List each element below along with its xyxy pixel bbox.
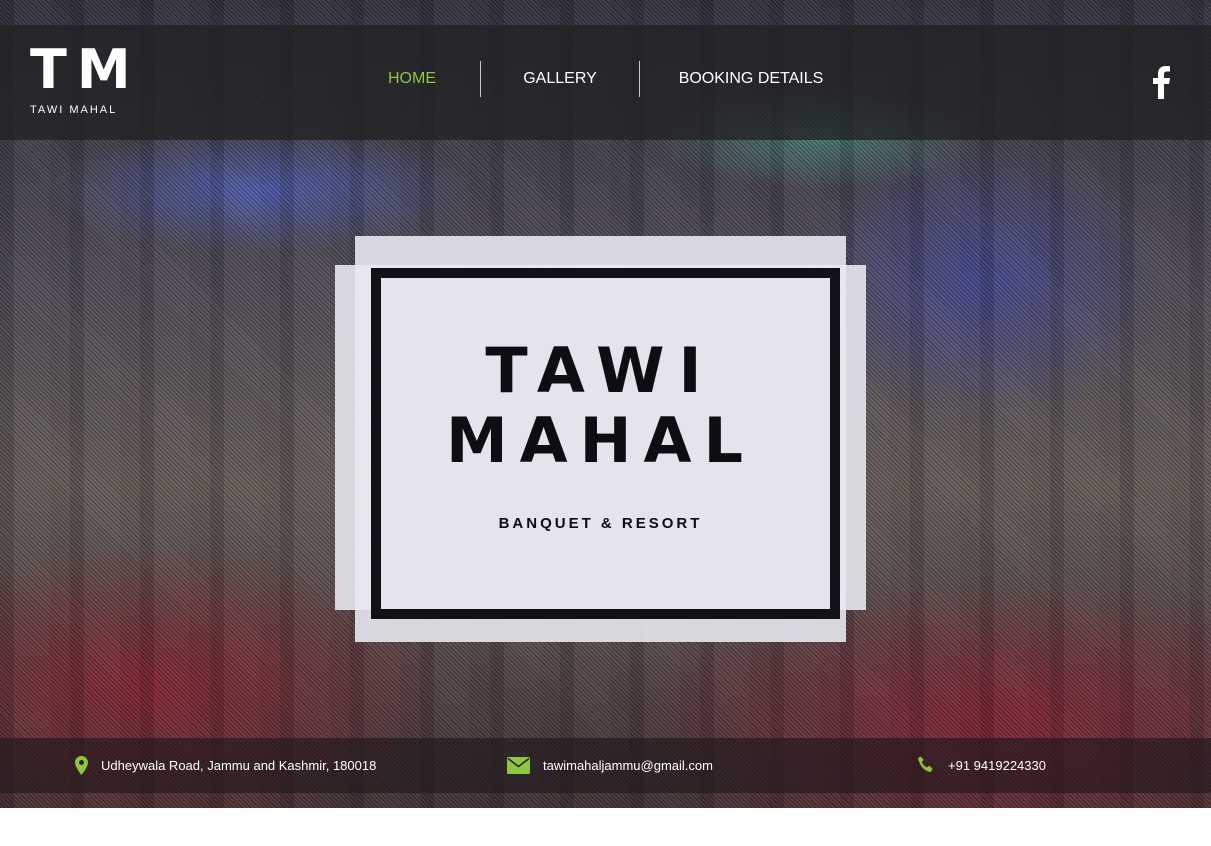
- logo-text: TAWI MAHAL: [30, 104, 118, 116]
- logo-mark: TM: [30, 38, 141, 101]
- email-text[interactable]: tawimahaljammu@gmail.com: [543, 758, 713, 773]
- nav-booking-details[interactable]: BOOKING DETAILS: [640, 62, 862, 96]
- envelope-icon: [507, 757, 530, 774]
- top-bar: TM TAWI MAHAL HOME GALLERY BOOKING DETAI…: [0, 25, 1211, 140]
- map-marker-icon: [75, 756, 88, 775]
- facebook-icon[interactable]: [1151, 65, 1171, 99]
- main-nav: HOME GALLERY BOOKING DETAILS: [362, 61, 862, 97]
- site-logo[interactable]: TM TAWI MAHAL: [30, 38, 141, 117]
- hero-subtitle: BANQUET & RESORT: [498, 515, 703, 532]
- phone-text[interactable]: +91 9419224330: [948, 758, 1046, 773]
- contact-email[interactable]: tawimahaljammu@gmail.com: [507, 757, 713, 774]
- nav-gallery[interactable]: GALLERY: [481, 62, 639, 96]
- contact-bar: Udheywala Road, Jammu and Kashmir, 18001…: [0, 738, 1211, 793]
- hero-title-line2: MAHAL: [445, 404, 756, 477]
- nav-home[interactable]: HOME: [362, 62, 462, 96]
- contact-phone[interactable]: +91 9419224330: [917, 756, 1046, 774]
- phone-icon: [917, 756, 935, 774]
- contact-address: Udheywala Road, Jammu and Kashmir, 18001…: [75, 756, 376, 775]
- hero-title-line1: TAWI: [485, 334, 716, 407]
- address-text: Udheywala Road, Jammu and Kashmir, 18001…: [101, 758, 377, 773]
